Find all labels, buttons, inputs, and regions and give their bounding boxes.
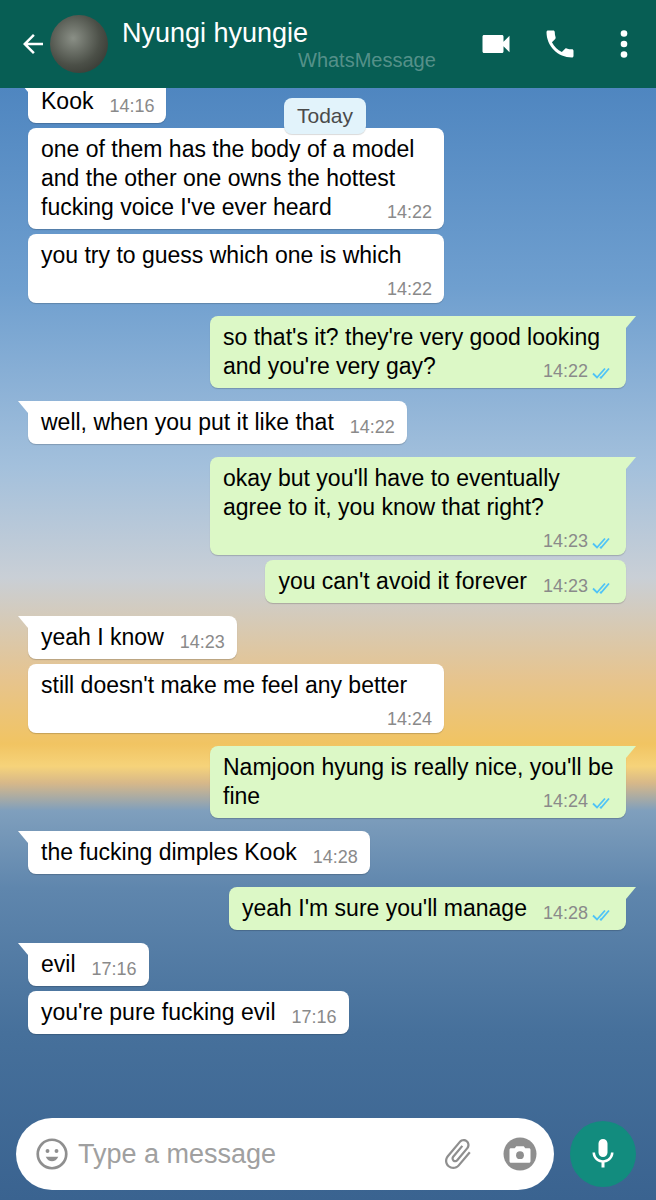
chat-header: Nyungi hyungieWhatsMessage bbox=[0, 0, 656, 88]
message-row: so that's it? they're very good looking … bbox=[28, 316, 626, 388]
incoming-message[interactable]: you try to guess which one is which 14:22 bbox=[28, 234, 444, 303]
message-meta: 14:24 bbox=[387, 708, 432, 730]
message-stack: Kook 14:16 one of them has the body of a m… bbox=[28, 88, 626, 1034]
message-text: you're pure fucking evil bbox=[41, 999, 276, 1025]
incoming-message[interactable]: still doesn't make me feel any better 14:… bbox=[28, 664, 444, 733]
incoming-message[interactable]: the fucking dimples Kook 14:28 bbox=[28, 831, 370, 874]
more-options-icon[interactable] bbox=[606, 26, 642, 62]
attach-icon[interactable] bbox=[440, 1136, 476, 1172]
message-time: 14:28 bbox=[313, 847, 358, 867]
outgoing-message[interactable]: Namjoon hyung is really nice, you'll be … bbox=[210, 746, 626, 818]
header-actions bbox=[478, 26, 642, 62]
contact-info[interactable]: Nyungi hyungieWhatsMessage bbox=[108, 17, 478, 71]
message-time: 14:23 bbox=[543, 531, 588, 551]
message-text: you can't avoid it forever bbox=[278, 568, 527, 594]
microphone-icon bbox=[585, 1136, 621, 1172]
message-time: 17:16 bbox=[292, 1007, 337, 1027]
message-list: Kook 14:16 one of them has the body of a m… bbox=[0, 88, 656, 1110]
message-row: yeah I'm sure you'll manage 14:28 bbox=[28, 887, 626, 930]
message-input[interactable] bbox=[70, 1134, 440, 1175]
mic-button[interactable] bbox=[570, 1121, 636, 1187]
message-meta: 14:28 bbox=[313, 846, 358, 868]
message-meta: 14:24 bbox=[543, 790, 614, 812]
message-text: one of them has the body of a model and … bbox=[41, 136, 414, 220]
read-ticks-icon bbox=[592, 361, 614, 375]
message-meta: 14:22 bbox=[387, 201, 432, 223]
message-time: 17:16 bbox=[92, 959, 137, 979]
message-meta: 14:23 bbox=[543, 530, 614, 552]
message-time: 14:23 bbox=[543, 576, 588, 596]
message-meta: 14:23 bbox=[180, 631, 225, 653]
message-text: evil bbox=[41, 951, 76, 977]
message-meta: 17:16 bbox=[292, 1006, 337, 1028]
message-meta: 17:16 bbox=[92, 958, 137, 980]
contact-name[interactable]: Nyungi hyungie bbox=[122, 17, 478, 49]
contact-avatar[interactable] bbox=[50, 15, 108, 73]
message-time: 14:22 bbox=[387, 279, 432, 299]
message-row: Namjoon hyung is really nice, you'll be … bbox=[28, 746, 626, 818]
message-row: well, when you put it like that 14:22 bbox=[28, 401, 626, 444]
message-row: still doesn't make me feel any better 14:… bbox=[28, 664, 626, 733]
message-time: 14:22 bbox=[387, 202, 432, 222]
message-row: okay but you'll have to eventually agree… bbox=[28, 457, 626, 555]
message-row: you try to guess which one is which 14:22 bbox=[28, 234, 626, 303]
back-arrow-icon[interactable] bbox=[18, 29, 48, 59]
outgoing-message[interactable]: so that's it? they're very good looking … bbox=[210, 316, 626, 388]
message-row: you can't avoid it forever 14:23 bbox=[28, 560, 626, 603]
message-row: you're pure fucking evil 17:16 bbox=[28, 991, 626, 1034]
message-time: 14:24 bbox=[387, 709, 432, 729]
message-time: 14:28 bbox=[543, 903, 588, 923]
incoming-message[interactable]: one of them has the body of a model and … bbox=[28, 128, 444, 229]
incoming-message[interactable]: you're pure fucking evil 17:16 bbox=[28, 991, 349, 1034]
camera-icon[interactable] bbox=[502, 1136, 538, 1172]
message-field[interactable] bbox=[16, 1118, 554, 1190]
message-text: you try to guess which one is which bbox=[41, 242, 402, 268]
watermark: WhatsMessage bbox=[122, 49, 478, 71]
message-row: evil 17:16 bbox=[28, 943, 626, 986]
message-text: well, when you put it like that bbox=[41, 409, 334, 435]
outgoing-message[interactable]: you can't avoid it forever 14:23 bbox=[265, 560, 626, 603]
read-ticks-icon bbox=[592, 576, 614, 590]
message-text: yeah I know bbox=[41, 624, 164, 650]
incoming-message[interactable]: Kook 14:16 bbox=[28, 88, 166, 123]
read-ticks-icon bbox=[592, 531, 614, 545]
message-time: 14:23 bbox=[180, 632, 225, 652]
composer-bar bbox=[0, 1110, 656, 1200]
message-time: 14:16 bbox=[109, 96, 154, 116]
message-meta: 14:22 bbox=[350, 416, 395, 438]
message-row: one of them has the body of a model and … bbox=[28, 128, 626, 229]
phone-call-icon[interactable] bbox=[542, 26, 578, 62]
outgoing-message[interactable]: okay but you'll have to eventually agree… bbox=[210, 457, 626, 555]
message-time: 14:22 bbox=[543, 361, 588, 381]
message-text: Kook bbox=[41, 88, 93, 114]
message-meta: 14:22 bbox=[543, 360, 614, 382]
message-row: yeah I know 14:23 bbox=[28, 616, 626, 659]
incoming-message[interactable]: evil 17:16 bbox=[28, 943, 149, 986]
read-ticks-icon bbox=[592, 791, 614, 805]
message-text: the fucking dimples Kook bbox=[41, 839, 297, 865]
outgoing-message[interactable]: yeah I'm sure you'll manage 14:28 bbox=[229, 887, 626, 930]
incoming-message[interactable]: well, when you put it like that 14:22 bbox=[28, 401, 407, 444]
message-time: 14:22 bbox=[350, 417, 395, 437]
message-time: 14:24 bbox=[543, 791, 588, 811]
message-meta: 14:28 bbox=[543, 902, 614, 924]
message-meta: 14:16 bbox=[109, 95, 154, 117]
video-call-icon[interactable] bbox=[478, 26, 514, 62]
message-text: still doesn't make me feel any better bbox=[41, 672, 407, 698]
message-text: yeah I'm sure you'll manage bbox=[242, 895, 527, 921]
message-text: okay but you'll have to eventually agree… bbox=[223, 465, 560, 520]
message-meta: 14:22 bbox=[387, 278, 432, 300]
read-ticks-icon bbox=[592, 903, 614, 917]
incoming-message[interactable]: yeah I know 14:23 bbox=[28, 616, 237, 659]
chat-area: Today Kook 14:16 one of them has the body o… bbox=[0, 88, 656, 1200]
date-chip: Today bbox=[284, 98, 366, 134]
message-row: the fucking dimples Kook 14:28 bbox=[28, 831, 626, 874]
message-meta: 14:23 bbox=[543, 575, 614, 597]
emoji-icon[interactable] bbox=[34, 1136, 70, 1172]
